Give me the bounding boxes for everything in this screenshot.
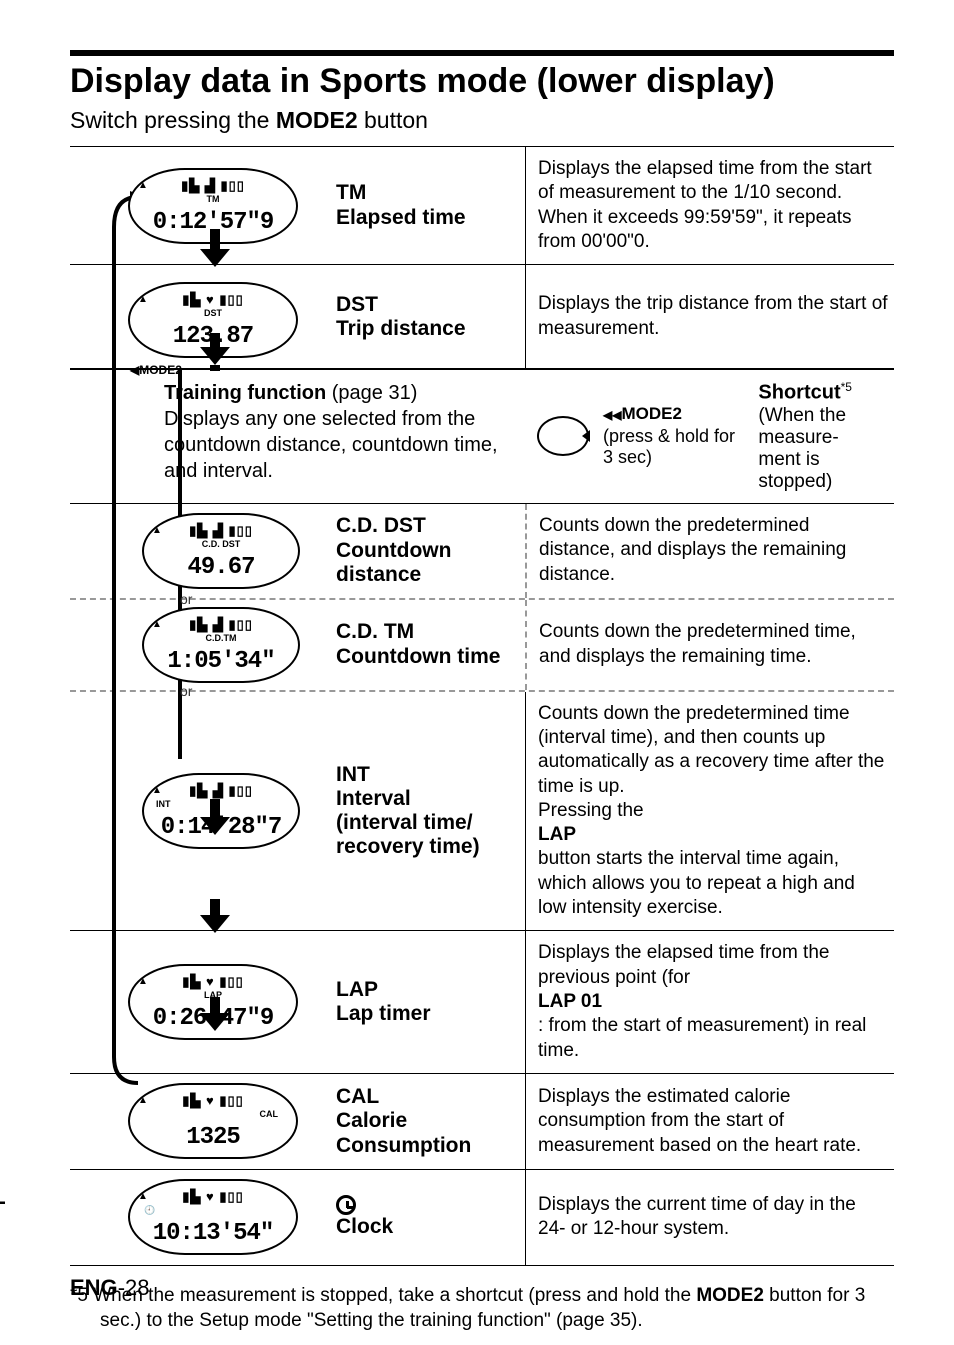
shortcut-sub: (When the measure-ment is stopped) (758, 405, 890, 493)
cdtm-desc: Counts down the predetermined time, and … (525, 600, 894, 690)
clock-desc: Displays the current time of day in the … (525, 1170, 894, 1265)
cal-label: CAL (336, 1085, 519, 1109)
page-number: ENG-28 (70, 1275, 149, 1301)
lcd-cdtm: ▲ ▮▙ ▟ ▮▯▯ C.D.TM 1:05'34" (142, 607, 300, 683)
footnote: *5 When the measurement is stopped, take… (70, 1284, 894, 1333)
cdtm-label: C.D. TM (336, 620, 519, 644)
subheading: Switch pressing the MODE2 button (70, 107, 894, 134)
press-hold-text: (press & hold for 3 sec) (603, 426, 744, 468)
lcd-cddst: ▲ ▮▙ ▟ ▮▯▯ C.D. DST 49.67 (142, 513, 300, 589)
lcd-cal: ▲ ▮▙ ♥ ▮▯▯ CAL 1325 (128, 1083, 298, 1159)
cddst-desc: Counts down the predetermined distance, … (525, 504, 894, 598)
side-label: Sports mode (0, 1061, 6, 1225)
clock-icon (336, 1195, 356, 1215)
shortcut-title: Shortcut (758, 382, 840, 404)
tm-desc: Displays the elapsed time from the start… (525, 147, 894, 264)
cal-desc: Displays the estimated calorie consumpti… (525, 1074, 894, 1169)
page-title: Display data in Sports mode (lower displ… (70, 62, 894, 101)
tm-sublabel: Elapsed time (336, 206, 519, 230)
lcd-clock: ▲ ▮▙ ♥ ▮▯▯ 🕘 10:13'54" (128, 1179, 298, 1255)
cddst-label: C.D. DST (336, 514, 519, 538)
lap-desc: Displays the elapsed time from the previ… (525, 931, 894, 1073)
int-desc: Counts down the predetermined time (inte… (525, 692, 894, 931)
shortcut-oval-icon (537, 416, 589, 456)
lap-label: LAP (336, 978, 519, 1002)
mode2-callback: ◀MODE2 (130, 363, 182, 377)
dst-label: DST (336, 293, 519, 317)
clock-label: Clock (336, 1215, 519, 1239)
tm-label: TM (336, 181, 519, 205)
int-label: INT (336, 763, 519, 787)
dst-desc: Displays the trip distance from the star… (525, 265, 894, 368)
dst-sublabel: Trip distance (336, 317, 519, 341)
